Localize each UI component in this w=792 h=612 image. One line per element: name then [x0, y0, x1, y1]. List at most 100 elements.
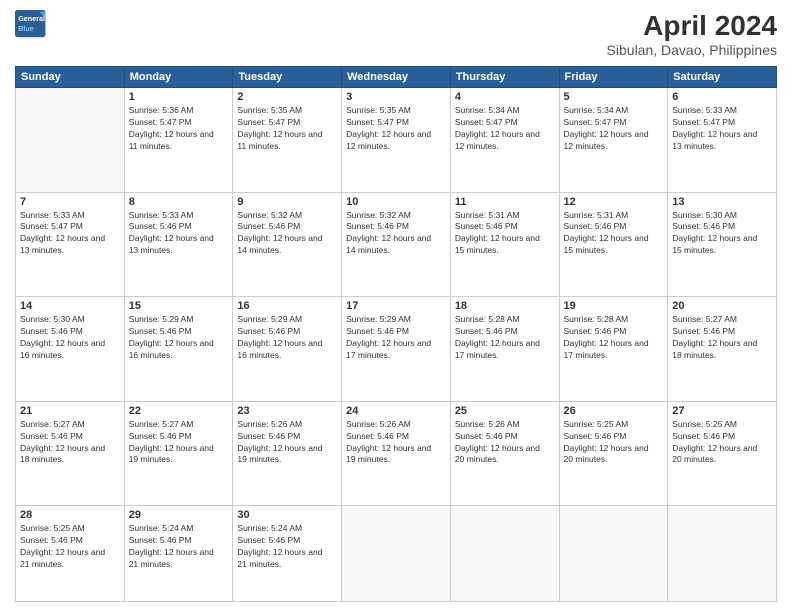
day-info: Sunrise: 5:30 AMSunset: 5:46 PMDaylight:…	[20, 314, 120, 362]
day-cell: 26 Sunrise: 5:25 AMSunset: 5:46 PMDaylig…	[559, 401, 668, 506]
header: General Blue April 2024 Sibulan, Davao, …	[15, 10, 777, 58]
day-info: Sunrise: 5:36 AMSunset: 5:47 PMDaylight:…	[129, 105, 229, 153]
day-info: Sunrise: 5:28 AMSunset: 5:46 PMDaylight:…	[564, 314, 664, 362]
day-cell: 18 Sunrise: 5:28 AMSunset: 5:46 PMDaylig…	[450, 297, 559, 402]
day-number: 19	[564, 300, 664, 312]
day-info: Sunrise: 5:34 AMSunset: 5:47 PMDaylight:…	[564, 105, 664, 153]
day-info: Sunrise: 5:33 AMSunset: 5:46 PMDaylight:…	[129, 210, 229, 258]
week-row-4: 28 Sunrise: 5:25 AMSunset: 5:46 PMDaylig…	[16, 506, 777, 602]
logo: General Blue	[15, 10, 47, 38]
day-info: Sunrise: 5:25 AMSunset: 5:46 PMDaylight:…	[20, 523, 120, 571]
header-cell-monday: Monday	[124, 67, 233, 88]
day-info: Sunrise: 5:31 AMSunset: 5:46 PMDaylight:…	[455, 210, 555, 258]
day-cell: 17 Sunrise: 5:29 AMSunset: 5:46 PMDaylig…	[342, 297, 451, 402]
day-cell: 19 Sunrise: 5:28 AMSunset: 5:46 PMDaylig…	[559, 297, 668, 402]
day-info: Sunrise: 5:24 AMSunset: 5:46 PMDaylight:…	[129, 523, 229, 571]
day-cell	[559, 506, 668, 602]
day-cell: 3 Sunrise: 5:35 AMSunset: 5:47 PMDayligh…	[342, 88, 451, 193]
day-info: Sunrise: 5:35 AMSunset: 5:47 PMDaylight:…	[237, 105, 337, 153]
day-info: Sunrise: 5:31 AMSunset: 5:46 PMDaylight:…	[564, 210, 664, 258]
header-right: April 2024 Sibulan, Davao, Philippines	[607, 10, 777, 58]
day-number: 12	[564, 196, 664, 208]
day-info: Sunrise: 5:27 AMSunset: 5:46 PMDaylight:…	[129, 419, 229, 467]
day-cell: 21 Sunrise: 5:27 AMSunset: 5:46 PMDaylig…	[16, 401, 125, 506]
day-number: 23	[237, 405, 337, 417]
day-number: 4	[455, 91, 555, 103]
day-number: 27	[672, 405, 772, 417]
day-info: Sunrise: 5:32 AMSunset: 5:46 PMDaylight:…	[346, 210, 446, 258]
day-number: 14	[20, 300, 120, 312]
day-cell: 12 Sunrise: 5:31 AMSunset: 5:46 PMDaylig…	[559, 192, 668, 297]
svg-text:Blue: Blue	[18, 24, 34, 33]
day-info: Sunrise: 5:32 AMSunset: 5:46 PMDaylight:…	[237, 210, 337, 258]
day-cell: 27 Sunrise: 5:25 AMSunset: 5:46 PMDaylig…	[668, 401, 777, 506]
day-number: 17	[346, 300, 446, 312]
day-cell: 4 Sunrise: 5:34 AMSunset: 5:47 PMDayligh…	[450, 88, 559, 193]
day-number: 28	[20, 509, 120, 521]
day-info: Sunrise: 5:27 AMSunset: 5:46 PMDaylight:…	[20, 419, 120, 467]
day-info: Sunrise: 5:29 AMSunset: 5:46 PMDaylight:…	[237, 314, 337, 362]
day-info: Sunrise: 5:25 AMSunset: 5:46 PMDaylight:…	[564, 419, 664, 467]
day-number: 7	[20, 196, 120, 208]
day-info: Sunrise: 5:27 AMSunset: 5:46 PMDaylight:…	[672, 314, 772, 362]
day-cell	[16, 88, 125, 193]
week-row-0: 1 Sunrise: 5:36 AMSunset: 5:47 PMDayligh…	[16, 88, 777, 193]
day-number: 1	[129, 91, 229, 103]
day-info: Sunrise: 5:24 AMSunset: 5:46 PMDaylight:…	[237, 523, 337, 571]
day-cell: 2 Sunrise: 5:35 AMSunset: 5:47 PMDayligh…	[233, 88, 342, 193]
day-number: 11	[455, 196, 555, 208]
day-cell: 7 Sunrise: 5:33 AMSunset: 5:47 PMDayligh…	[16, 192, 125, 297]
day-number: 26	[564, 405, 664, 417]
header-cell-tuesday: Tuesday	[233, 67, 342, 88]
day-number: 9	[237, 196, 337, 208]
day-info: Sunrise: 5:34 AMSunset: 5:47 PMDaylight:…	[455, 105, 555, 153]
day-cell: 28 Sunrise: 5:25 AMSunset: 5:46 PMDaylig…	[16, 506, 125, 602]
day-cell	[450, 506, 559, 602]
day-number: 22	[129, 405, 229, 417]
day-number: 13	[672, 196, 772, 208]
day-cell: 9 Sunrise: 5:32 AMSunset: 5:46 PMDayligh…	[233, 192, 342, 297]
day-info: Sunrise: 5:25 AMSunset: 5:46 PMDaylight:…	[672, 419, 772, 467]
day-info: Sunrise: 5:33 AMSunset: 5:47 PMDaylight:…	[672, 105, 772, 153]
week-row-2: 14 Sunrise: 5:30 AMSunset: 5:46 PMDaylig…	[16, 297, 777, 402]
header-cell-saturday: Saturday	[668, 67, 777, 88]
week-row-3: 21 Sunrise: 5:27 AMSunset: 5:46 PMDaylig…	[16, 401, 777, 506]
day-info: Sunrise: 5:33 AMSunset: 5:47 PMDaylight:…	[20, 210, 120, 258]
week-row-1: 7 Sunrise: 5:33 AMSunset: 5:47 PMDayligh…	[16, 192, 777, 297]
day-cell	[668, 506, 777, 602]
day-cell: 11 Sunrise: 5:31 AMSunset: 5:46 PMDaylig…	[450, 192, 559, 297]
day-cell: 22 Sunrise: 5:27 AMSunset: 5:46 PMDaylig…	[124, 401, 233, 506]
calendar-table: SundayMondayTuesdayWednesdayThursdayFrid…	[15, 66, 777, 602]
day-cell: 14 Sunrise: 5:30 AMSunset: 5:46 PMDaylig…	[16, 297, 125, 402]
day-number: 3	[346, 91, 446, 103]
day-number: 20	[672, 300, 772, 312]
day-cell: 30 Sunrise: 5:24 AMSunset: 5:46 PMDaylig…	[233, 506, 342, 602]
day-info: Sunrise: 5:35 AMSunset: 5:47 PMDaylight:…	[346, 105, 446, 153]
month-title: April 2024	[607, 10, 777, 42]
day-number: 21	[20, 405, 120, 417]
day-number: 16	[237, 300, 337, 312]
header-cell-wednesday: Wednesday	[342, 67, 451, 88]
day-cell: 13 Sunrise: 5:30 AMSunset: 5:46 PMDaylig…	[668, 192, 777, 297]
svg-text:General: General	[18, 14, 45, 23]
page: General Blue April 2024 Sibulan, Davao, …	[0, 0, 792, 612]
day-cell: 1 Sunrise: 5:36 AMSunset: 5:47 PMDayligh…	[124, 88, 233, 193]
day-number: 8	[129, 196, 229, 208]
day-cell: 10 Sunrise: 5:32 AMSunset: 5:46 PMDaylig…	[342, 192, 451, 297]
day-cell	[342, 506, 451, 602]
day-info: Sunrise: 5:28 AMSunset: 5:46 PMDaylight:…	[455, 314, 555, 362]
day-number: 10	[346, 196, 446, 208]
day-number: 5	[564, 91, 664, 103]
header-cell-sunday: Sunday	[16, 67, 125, 88]
header-cell-friday: Friday	[559, 67, 668, 88]
day-info: Sunrise: 5:29 AMSunset: 5:46 PMDaylight:…	[129, 314, 229, 362]
day-cell: 23 Sunrise: 5:26 AMSunset: 5:46 PMDaylig…	[233, 401, 342, 506]
header-cell-thursday: Thursday	[450, 67, 559, 88]
day-info: Sunrise: 5:29 AMSunset: 5:46 PMDaylight:…	[346, 314, 446, 362]
day-number: 30	[237, 509, 337, 521]
day-cell: 25 Sunrise: 5:26 AMSunset: 5:46 PMDaylig…	[450, 401, 559, 506]
day-cell: 15 Sunrise: 5:29 AMSunset: 5:46 PMDaylig…	[124, 297, 233, 402]
day-cell: 6 Sunrise: 5:33 AMSunset: 5:47 PMDayligh…	[668, 88, 777, 193]
day-number: 2	[237, 91, 337, 103]
day-number: 29	[129, 509, 229, 521]
